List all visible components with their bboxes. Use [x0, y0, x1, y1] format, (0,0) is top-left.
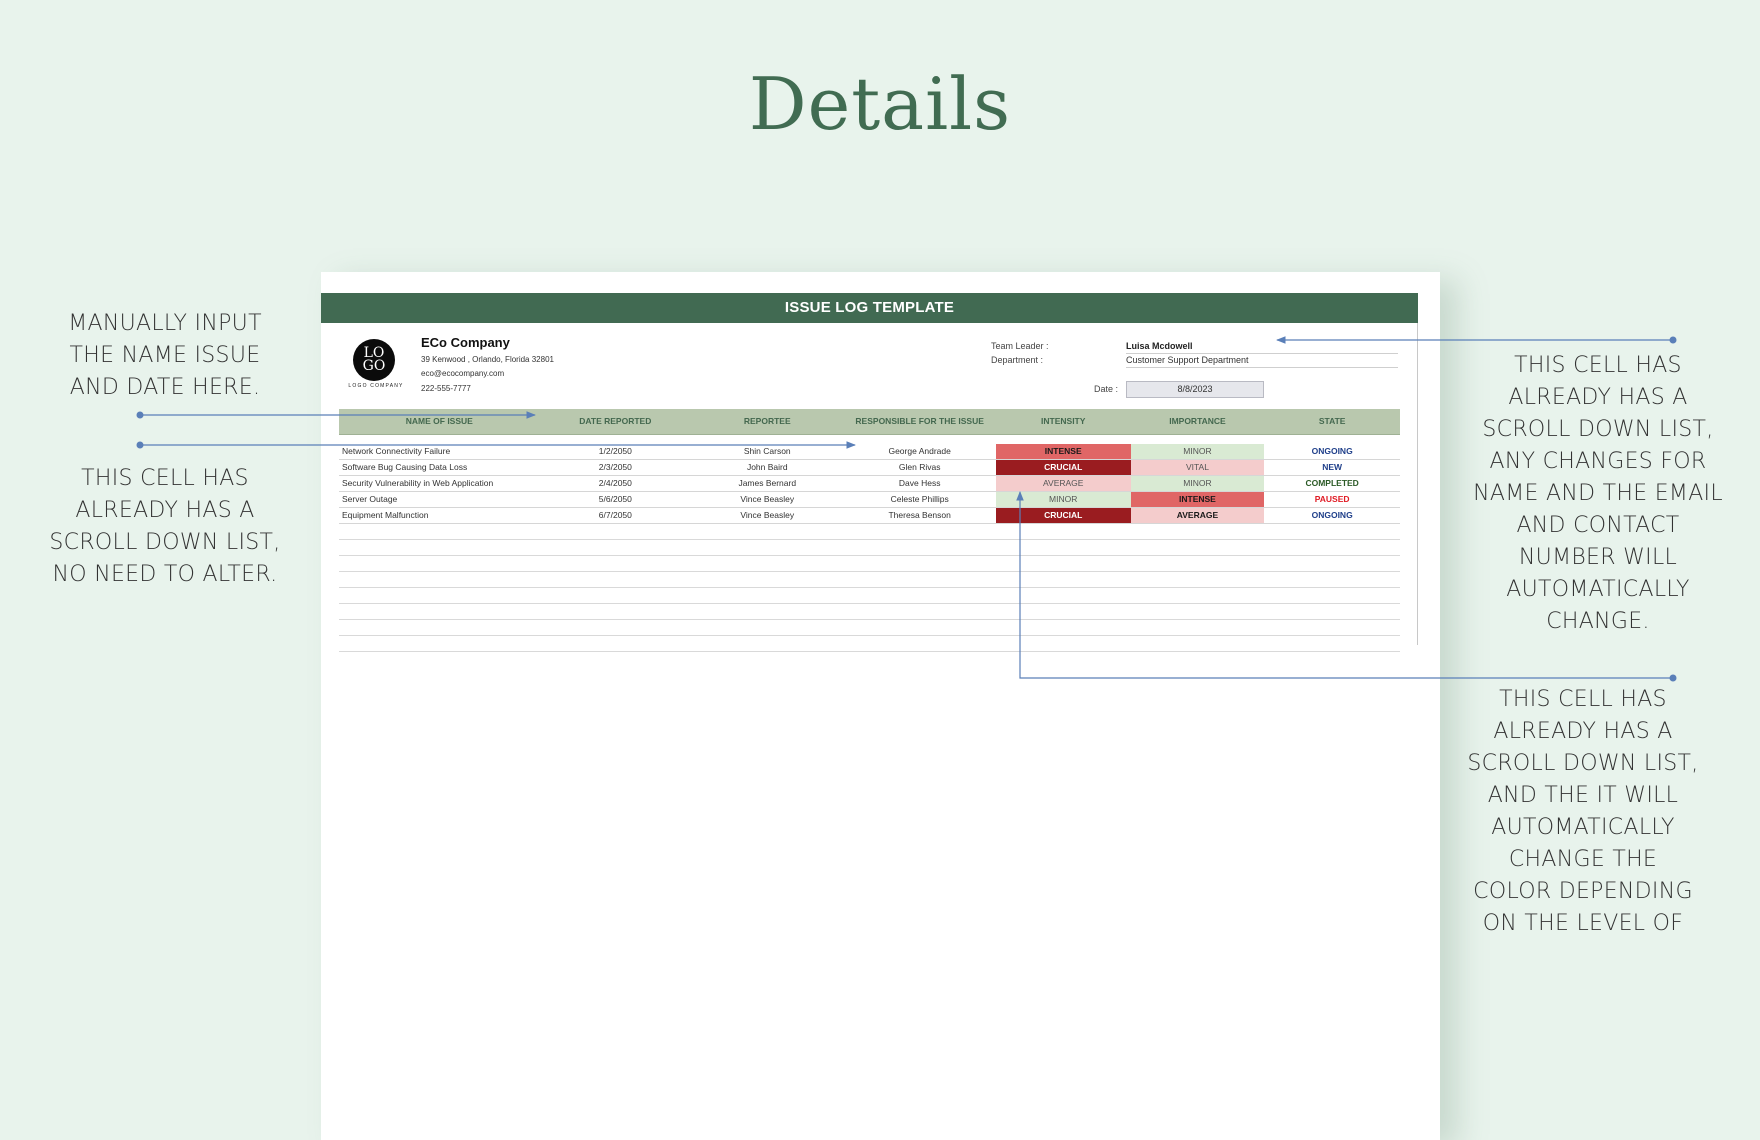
callout-lines — [136, 336, 1677, 682]
callout-line-right-bottom — [1016, 491, 1673, 679]
